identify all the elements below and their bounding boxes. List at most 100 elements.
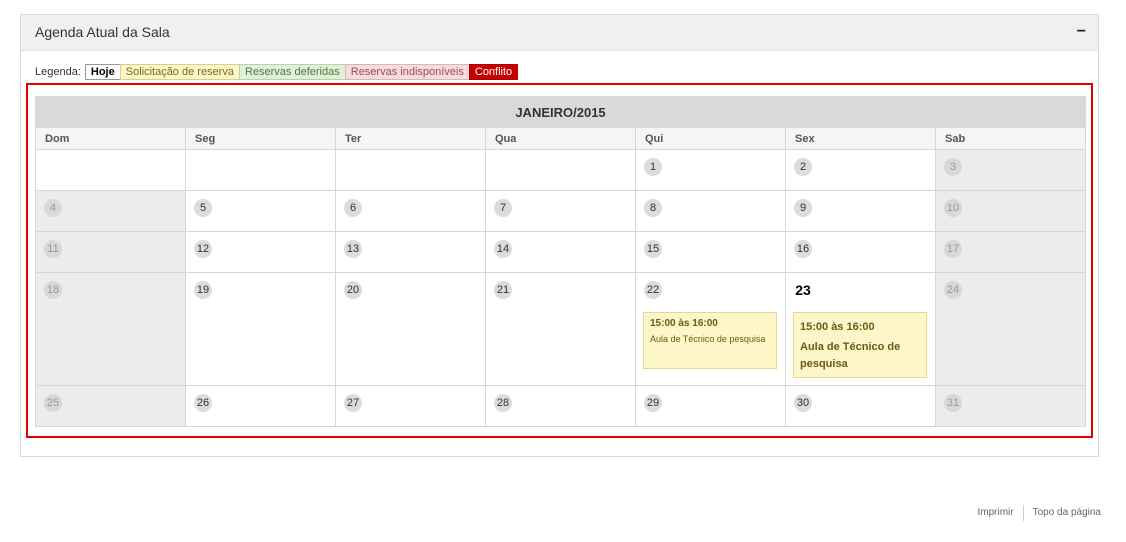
day-cell-weekend[interactable]: 4 [35, 190, 186, 232]
day-number: 9 [794, 199, 812, 217]
day-cell-today[interactable]: 23 15:00 às 16:00 Aula de Técnico de pes… [785, 272, 936, 386]
panel-header: Agenda Atual da Sala − [21, 15, 1098, 51]
week-row: 25 26 27 28 29 30 31 [35, 385, 1086, 427]
day-cell[interactable]: 20 [335, 272, 486, 386]
day-number: 10 [944, 199, 962, 217]
month-title: JANEIRO/2015 [35, 96, 1086, 128]
weekday-fri: Sex [785, 127, 936, 150]
day-number: 29 [644, 394, 662, 412]
day-cell-weekend[interactable]: 17 [935, 231, 1086, 273]
day-number-today: 23 [795, 282, 811, 298]
day-cell[interactable]: 13 [335, 231, 486, 273]
day-number: 8 [644, 199, 662, 217]
footer-links: Imprimir Topo da página [977, 505, 1101, 521]
day-cell[interactable]: 6 [335, 190, 486, 232]
weekday-wed: Qua [485, 127, 636, 150]
day-cell[interactable]: 9 [785, 190, 936, 232]
day-cell[interactable]: 28 [485, 385, 636, 427]
weekday-sat: Sab [935, 127, 1086, 150]
print-link[interactable]: Imprimir [977, 507, 1013, 521]
weekday-thu: Qui [635, 127, 786, 150]
month-calendar: JANEIRO/2015 Dom Seg Ter Qua Qui Sex Sab… [35, 96, 1086, 427]
legend-approved: Reservas deferidas [238, 64, 346, 80]
day-cell[interactable]: 8 [635, 190, 786, 232]
day-cell-empty [35, 149, 186, 191]
day-cell[interactable]: 14 [485, 231, 636, 273]
day-number: 28 [494, 394, 512, 412]
day-number: 21 [494, 281, 512, 299]
day-number: 16 [794, 240, 812, 258]
day-number: 3 [944, 158, 962, 176]
day-cell[interactable]: 30 [785, 385, 936, 427]
day-cell-weekend[interactable]: 3 [935, 149, 1086, 191]
day-number: 6 [344, 199, 362, 217]
legend: Legenda: Hoje Solicitação de reserva Res… [35, 64, 519, 80]
legend-unavailable: Reservas indisponíveis [344, 64, 470, 80]
day-number: 27 [344, 394, 362, 412]
day-number: 18 [44, 281, 62, 299]
legend-conflict: Conflito [468, 64, 519, 80]
day-cell-empty [485, 149, 636, 191]
day-number: 14 [494, 240, 512, 258]
day-number: 30 [794, 394, 812, 412]
day-cell-weekend[interactable]: 31 [935, 385, 1086, 427]
day-cell[interactable]: 5 [185, 190, 336, 232]
day-cell[interactable]: 2 [785, 149, 936, 191]
day-cell-weekend[interactable]: 11 [35, 231, 186, 273]
day-number: 15 [644, 240, 662, 258]
day-cell[interactable]: 15 [635, 231, 786, 273]
day-cell[interactable]: 27 [335, 385, 486, 427]
day-cell[interactable]: 29 [635, 385, 786, 427]
day-number: 17 [944, 240, 962, 258]
day-cell[interactable]: 21 [485, 272, 636, 386]
weekday-header: Dom Seg Ter Qua Qui Sex Sab [35, 127, 1086, 150]
day-cell[interactable]: 1 [635, 149, 786, 191]
day-number: 19 [194, 281, 212, 299]
reservation-event[interactable]: 15:00 às 16:00 Aula de Técnico de pesqui… [793, 312, 927, 378]
day-number: 7 [494, 199, 512, 217]
day-cell[interactable]: 22 15:00 às 16:00 Aula de Técnico de pes… [635, 272, 786, 386]
day-number: 20 [344, 281, 362, 299]
event-time: 15:00 às 16:00 [650, 318, 718, 329]
day-number: 13 [344, 240, 362, 258]
legend-label: Legenda: [35, 66, 81, 78]
weekday-sun: Dom [35, 127, 186, 150]
day-cell-weekend[interactable]: 24 [935, 272, 1086, 386]
day-number: 31 [944, 394, 962, 412]
event-title: Aula de Técnico de pesquisa [800, 341, 901, 370]
footer-divider [1022, 505, 1024, 521]
collapse-icon[interactable]: − [1077, 24, 1086, 40]
event-time: 15:00 às 16:00 [800, 321, 875, 333]
week-row: 1 2 3 [35, 149, 1086, 191]
week-row: 18 19 20 21 22 15:00 às 16:00 Aula de Té… [35, 272, 1086, 386]
day-cell-weekend[interactable]: 10 [935, 190, 1086, 232]
day-number: 25 [44, 394, 62, 412]
day-cell[interactable]: 7 [485, 190, 636, 232]
day-number: 11 [44, 240, 62, 258]
event-title: Aula de Técnico de pesquisa [650, 334, 766, 344]
day-cell-weekend[interactable]: 18 [35, 272, 186, 386]
day-number: 24 [944, 281, 962, 299]
day-number: 2 [794, 158, 812, 176]
panel-title: Agenda Atual da Sala [35, 24, 170, 40]
day-number: 1 [644, 158, 662, 176]
back-to-top-link[interactable]: Topo da página [1033, 507, 1101, 521]
day-cell[interactable]: 16 [785, 231, 936, 273]
day-number: 5 [194, 199, 212, 217]
weekday-tue: Ter [335, 127, 486, 150]
day-cell-empty [185, 149, 336, 191]
legend-request: Solicitação de reserva [119, 64, 240, 80]
reservation-event[interactable]: 15:00 às 16:00 Aula de Técnico de pesqui… [643, 312, 777, 369]
day-cell-weekend[interactable]: 25 [35, 385, 186, 427]
day-cell[interactable]: 12 [185, 231, 336, 273]
day-cell[interactable]: 19 [185, 272, 336, 386]
day-number: 4 [44, 199, 62, 217]
day-cell[interactable]: 26 [185, 385, 336, 427]
day-number: 26 [194, 394, 212, 412]
day-cell-empty [335, 149, 486, 191]
day-number: 22 [644, 281, 662, 299]
week-row: 11 12 13 14 15 16 17 [35, 231, 1086, 273]
day-number: 12 [194, 240, 212, 258]
legend-today: Hoje [84, 64, 121, 80]
weekday-mon: Seg [185, 127, 336, 150]
